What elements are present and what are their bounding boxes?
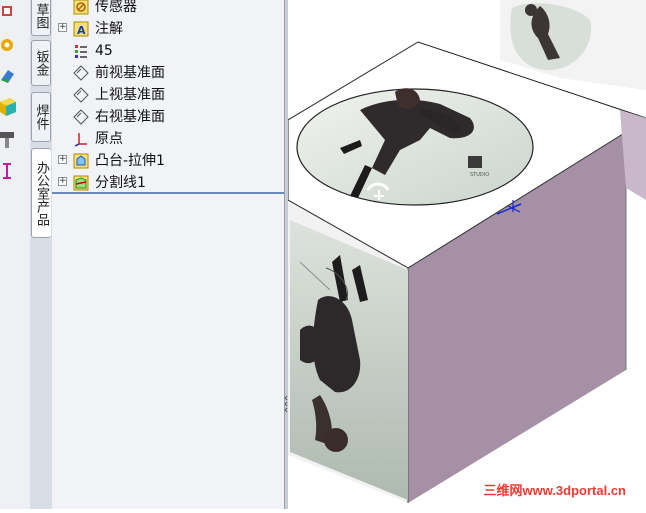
tree-item-sensors[interactable]: 传感器 [52, 0, 284, 18]
tree-item-material[interactable]: 45 [52, 40, 284, 62]
expand-icon[interactable]: + [58, 23, 67, 32]
command-toolbar [0, 0, 30, 509]
tab-sheetmetal-label: 钣金 [33, 50, 49, 76]
tree-item-origin[interactable]: 原点 [52, 128, 284, 150]
svg-text:STUDIO: STUDIO [470, 172, 489, 178]
svg-text:A: A [77, 24, 86, 37]
hammer-icon[interactable] [0, 130, 16, 148]
tab-sketch[interactable]: 草图 [31, 0, 51, 36]
origin-icon [72, 130, 90, 148]
watermark-text: 三维网www.3dportal.cn [483, 483, 626, 498]
weldment-tool-icon[interactable] [0, 98, 16, 116]
tab-office-products[interactable]: 办公室产品 [31, 148, 51, 238]
command-tab-strip: 草图 钣金 焊件 办公室产品 [30, 0, 53, 509]
tree-item-label: 前视基准面 [95, 65, 165, 81]
tree-end-separator [52, 192, 284, 194]
expand-icon[interactable]: + [58, 155, 67, 164]
gear-icon[interactable] [0, 36, 16, 54]
annotation-icon: A [72, 20, 90, 38]
tree-item-label: 45 [95, 43, 113, 59]
tree-item-label: 分割线1 [95, 175, 146, 191]
dimension-icon[interactable] [0, 162, 16, 180]
split-line-icon [72, 174, 90, 192]
plane-icon [72, 108, 90, 126]
tree-item-label: 传感器 [95, 0, 137, 15]
sketch-tool-icon[interactable] [0, 2, 16, 20]
sensor-icon [72, 0, 90, 16]
tab-weldments[interactable]: 焊件 [31, 92, 51, 142]
plane-icon [72, 86, 90, 104]
tab-sketch-label: 草图 [33, 3, 49, 29]
material-icon [72, 42, 90, 60]
tree-item-right-plane[interactable]: 右视基准面 [52, 106, 284, 128]
feature-manager-tree: 传感器 + A 注解 45 前视基准面 上视基准面 右视基准面 原点 + 凸台-… [52, 0, 284, 509]
tree-item-label: 原点 [95, 131, 123, 147]
cube-model[interactable]: STUDIO [287, 0, 646, 509]
tree-item-top-plane[interactable]: 上视基准面 [52, 84, 284, 106]
tab-weldments-label: 焊件 [33, 104, 49, 130]
tree-item-label: 上视基准面 [95, 87, 165, 103]
plane-icon [72, 64, 90, 82]
tab-sheetmetal[interactable]: 钣金 [31, 40, 51, 86]
tree-item-front-plane[interactable]: 前视基准面 [52, 62, 284, 84]
expand-icon[interactable]: + [58, 177, 67, 186]
tree-item-label: 注解 [95, 21, 123, 37]
extrude-icon [72, 152, 90, 170]
tree-item-annotations[interactable]: + A 注解 [52, 18, 284, 40]
sheetmetal-tool-icon[interactable] [0, 66, 16, 84]
tree-item-split-line[interactable]: + 分割线1 [52, 172, 284, 194]
tree-item-label: 凸台-拉伸1 [95, 153, 165, 169]
tab-office-products-label: 办公室产品 [34, 160, 49, 226]
tree-item-boss-extrude[interactable]: + 凸台-拉伸1 [52, 150, 284, 172]
graphics-viewport[interactable]: STUDIO 三维网www.3dportal.cn [287, 0, 646, 509]
top-decal-image: STUDIO [296, 88, 534, 206]
tree-item-label: 右视基准面 [95, 109, 165, 125]
